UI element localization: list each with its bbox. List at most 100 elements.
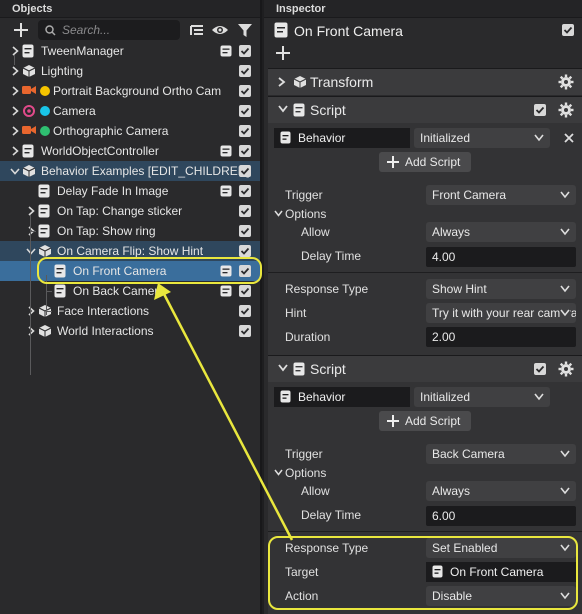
enabled-checkbox[interactable] [239, 65, 251, 77]
chevron-right-icon[interactable] [26, 206, 36, 216]
enabled-checkbox[interactable] [239, 165, 251, 177]
tree-item-lighting[interactable]: Lighting [0, 61, 260, 81]
filter-icon[interactable] [236, 21, 254, 39]
response-type-dropdown[interactable]: Show Hint [426, 279, 576, 299]
enabled-checkbox[interactable] [239, 185, 251, 197]
tree-item-world-interactions[interactable]: World Interactions [0, 321, 260, 341]
hierarchy-guide-line [46, 275, 47, 315]
tree-item-orthographic-camera[interactable]: Orthographic Camera [0, 121, 260, 141]
chevron-right-icon[interactable] [26, 326, 36, 336]
duration-input[interactable]: 2.00 [426, 327, 576, 347]
chevron-down-icon[interactable] [274, 210, 283, 217]
add-object-button[interactable] [10, 19, 32, 41]
tree-item-on-tap-show-ring[interactable]: On Tap: Show ring [0, 221, 260, 241]
script-1-status-dropdown[interactable]: Initialized [414, 128, 550, 148]
script-2-status-dropdown[interactable]: Initialized [414, 387, 550, 407]
add-script-button[interactable]: Add Script [379, 411, 471, 431]
chevron-down-icon[interactable] [10, 166, 20, 176]
scene-object-icon [22, 164, 36, 178]
add-component-button[interactable] [276, 46, 290, 60]
behavior-label: Behavior [298, 390, 346, 404]
chevron-down-icon[interactable] [278, 364, 288, 372]
chevron-down-icon[interactable] [274, 469, 283, 476]
enabled-checkbox[interactable] [239, 105, 251, 117]
tree-item-on-camera-flip-show-hint[interactable]: On Camera Flip: Show Hint [0, 241, 260, 261]
behavior-asset-field[interactable]: Behavior [274, 128, 410, 148]
layer-color-dot [40, 106, 50, 116]
enabled-checkbox[interactable] [239, 245, 251, 257]
enabled-checkbox[interactable] [239, 45, 251, 57]
tree-item-face-interactions[interactable]: Face Interactions [0, 301, 260, 321]
gear-icon[interactable] [558, 74, 574, 90]
chevron-right-icon[interactable] [26, 306, 36, 316]
tree-item-worldobjectcontroller[interactable]: WorldObjectController [0, 141, 260, 161]
gear-icon[interactable] [558, 102, 574, 118]
trigger-dropdown[interactable]: Back Camera [426, 444, 576, 464]
tree-item-on-front-camera[interactable]: On Front Camera [0, 261, 260, 281]
chevron-right-icon[interactable] [10, 126, 20, 136]
chevron-right-icon[interactable] [10, 106, 20, 116]
script-component-icon [220, 285, 232, 297]
delay-time-input[interactable]: 4.00 [426, 247, 576, 267]
chevron-right-icon[interactable] [10, 146, 20, 156]
objects-panel: Objects TweenManager Lighting Portrait Bac… [0, 0, 262, 614]
tree-item-label: Delay Fade In Image [57, 184, 169, 198]
tree-item-on-back-camera[interactable]: On Back Camera [0, 281, 260, 301]
chevron-right-icon[interactable] [10, 46, 20, 56]
options-label[interactable]: Options [285, 207, 326, 221]
chevron-down-icon [534, 393, 544, 401]
script-2-header[interactable]: Script [268, 356, 582, 382]
enabled-checkbox[interactable] [239, 225, 251, 237]
add-script-button[interactable]: Add Script [379, 152, 471, 172]
enabled-checkbox[interactable] [239, 125, 251, 137]
chevron-down-icon[interactable] [278, 105, 288, 113]
enabled-checkbox[interactable] [239, 205, 251, 217]
chevron-down-icon[interactable] [26, 246, 36, 256]
chevron-down-icon [560, 450, 570, 458]
search-input[interactable] [62, 23, 172, 37]
enabled-checkbox[interactable] [239, 285, 251, 297]
chevron-right-icon[interactable] [10, 86, 20, 96]
script-icon [432, 565, 443, 578]
chevron-right-icon[interactable] [278, 77, 286, 87]
transform-header[interactable]: Transform [268, 69, 582, 95]
options-label[interactable]: Options [285, 466, 326, 480]
object-enabled-checkbox[interactable] [562, 24, 574, 36]
script-1-enabled-checkbox[interactable] [534, 104, 546, 116]
hierarchy-guide-line [30, 215, 31, 375]
trigger-value: Front Camera [432, 188, 507, 202]
tree-item-portrait-background-ortho-cam[interactable]: Portrait Background Ortho Cam [0, 81, 260, 101]
enabled-checkbox[interactable] [239, 145, 251, 157]
trigger-dropdown[interactable]: Front Camera [426, 185, 576, 205]
allow-dropdown[interactable]: Always [426, 481, 576, 501]
script-icon [22, 44, 36, 58]
tree-item-tweenmanager[interactable]: TweenManager [0, 41, 260, 61]
script-1-header[interactable]: Script [268, 97, 582, 123]
delay-time-input[interactable]: 6.00 [426, 506, 576, 526]
allow-value: Always [432, 484, 471, 498]
tree-item-on-tap-change-sticker[interactable]: On Tap: Change sticker [0, 201, 260, 221]
search-field[interactable] [38, 20, 180, 40]
sort-icon[interactable] [188, 21, 206, 39]
script-2-enabled-checkbox[interactable] [534, 363, 546, 375]
enabled-checkbox[interactable] [239, 325, 251, 337]
target-field[interactable]: On Front Camera [426, 562, 576, 582]
script-icon [293, 362, 305, 376]
object-name[interactable]: On Front Camera [294, 23, 403, 39]
enabled-checkbox[interactable] [239, 305, 251, 317]
eye-icon[interactable] [211, 21, 229, 39]
behavior-asset-field[interactable]: Behavior [274, 387, 410, 407]
enabled-checkbox[interactable] [239, 265, 251, 277]
action-dropdown[interactable]: Disable [426, 586, 576, 606]
chevron-right-icon[interactable] [10, 66, 20, 76]
close-icon[interactable] [563, 132, 575, 144]
hint-dropdown[interactable]: Try it with your rear camera [426, 303, 576, 323]
tree-item-camera[interactable]: Camera [0, 101, 260, 121]
gear-icon[interactable] [558, 361, 574, 377]
enabled-checkbox[interactable] [239, 85, 251, 97]
allow-dropdown[interactable]: Always [426, 222, 576, 242]
tree-item-behavior-examples-edit-children[interactable]: Behavior Examples [EDIT_CHILDREN] [0, 161, 260, 181]
tree-item-delay-fade-in-image[interactable]: Delay Fade In Image [0, 181, 260, 201]
script-icon [280, 390, 291, 403]
response-type-dropdown[interactable]: Set Enabled [426, 538, 576, 558]
